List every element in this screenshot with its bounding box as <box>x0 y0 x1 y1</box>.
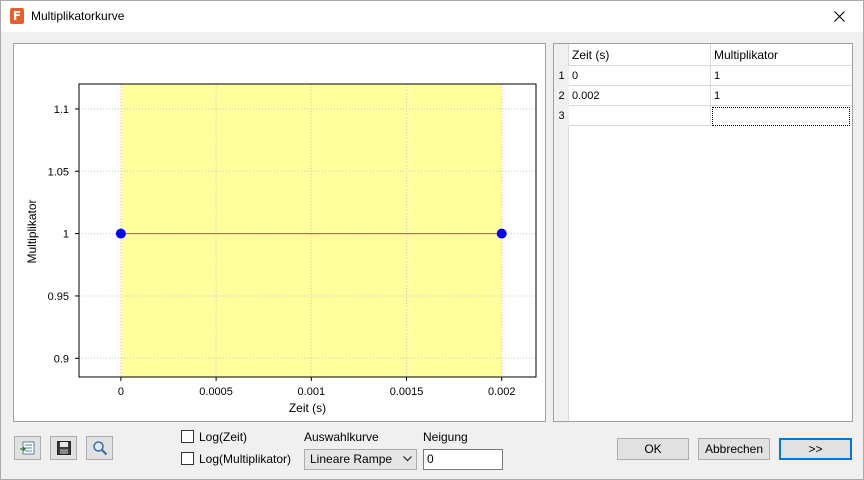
y-tick-label: 1.05 <box>48 166 69 178</box>
expand-button[interactable]: >> <box>779 438 852 460</box>
column-header-multiplikator[interactable]: Multiplikator <box>711 44 852 66</box>
column-header-zeit[interactable]: Zeit (s) <box>569 44 711 66</box>
row-number[interactable]: 3 <box>554 106 569 126</box>
y-tick-label: 1 <box>63 229 69 241</box>
close-icon <box>834 11 845 22</box>
y-tick-label: 1.1 <box>54 104 69 116</box>
import-button[interactable] <box>14 436 41 460</box>
x-tick-label: 0.0005 <box>199 386 233 398</box>
y-axis-label: Multiplikator <box>25 199 39 263</box>
y-tick-label: 0.95 <box>48 291 69 303</box>
log-zeit-label[interactable]: Log(Zeit) <box>199 430 247 444</box>
data-grid[interactable]: Zeit (s) Multiplikator 1 0 1 2 0.002 1 3 <box>553 43 853 422</box>
ok-button[interactable]: OK <box>617 438 689 460</box>
save-button[interactable] <box>50 436 77 460</box>
x-tick-label: 0.002 <box>488 386 516 398</box>
x-tick-label: 0.0015 <box>390 386 424 398</box>
neigung-input[interactable]: 0 <box>423 449 503 470</box>
chevron-down-icon <box>403 456 412 462</box>
zoom-button[interactable] <box>86 436 113 460</box>
data-point <box>115 228 126 239</box>
cell-multiplikator-selected[interactable] <box>712 107 850 126</box>
auswahlkurve-select[interactable]: Lineare Rampe <box>304 449 417 470</box>
log-multiplikator-checkbox[interactable] <box>181 452 194 465</box>
data-point <box>496 228 507 239</box>
log-multiplikator-label[interactable]: Log(Multiplikator) <box>199 452 291 466</box>
cell-zeit[interactable] <box>569 106 711 126</box>
cell-zeit[interactable]: 0.002 <box>569 86 711 106</box>
zoom-icon <box>93 441 108 456</box>
import-icon <box>20 441 35 455</box>
save-icon <box>57 441 71 455</box>
auswahlkurve-label: Auswahlkurve <box>304 430 379 444</box>
log-zeit-checkbox[interactable] <box>181 430 194 443</box>
neigung-label: Neigung <box>423 430 468 444</box>
plot-panel[interactable]: 0 0.0005 0.001 0.0015 0.002 1.1 1.05 1 0.95 0.9 Ze… <box>13 43 546 422</box>
x-tick-label: 0 <box>118 386 124 398</box>
title-bar: F Multiplikatorkurve <box>1 1 863 32</box>
window-title: Multiplikatorkurve <box>31 9 125 23</box>
cell-zeit[interactable]: 0 <box>569 66 711 86</box>
multiplier-chart[interactable]: 0 0.0005 0.001 0.0015 0.002 1.1 1.05 1 0.95 0.9 Ze… <box>14 44 547 423</box>
cell-multiplikator[interactable]: 1 <box>711 86 852 106</box>
app-icon: F <box>10 8 24 24</box>
y-tick-label: 0.9 <box>54 353 69 365</box>
x-tick-label: 0.001 <box>298 386 326 398</box>
close-button[interactable] <box>817 1 863 32</box>
cancel-button[interactable]: Abbrechen <box>698 438 770 460</box>
row-number[interactable]: 1 <box>554 66 569 86</box>
dialog-window: F Multiplikatorkurve 0 0.0005 0.001 0.0015 0… <box>0 0 864 480</box>
row-number[interactable]: 2 <box>554 86 569 106</box>
x-axis-label: Zeit (s) <box>289 401 326 415</box>
cell-multiplikator[interactable]: 1 <box>711 66 852 86</box>
auswahlkurve-value: Lineare Rampe <box>310 452 393 466</box>
